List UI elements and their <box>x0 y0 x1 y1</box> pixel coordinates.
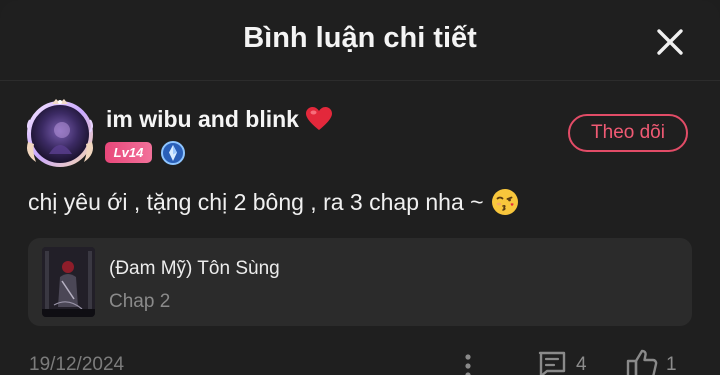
comment-body: chị yêu ới , tặng chị 2 bông , ra 3 chap… <box>28 186 520 218</box>
sheet-header: Bình luận chi tiết <box>0 0 720 81</box>
reply-button[interactable] <box>536 348 568 375</box>
like-count: 1 <box>666 354 677 375</box>
author-row: im wibu and blink <box>106 103 333 135</box>
verified-badge-icon <box>161 141 185 165</box>
manga-card[interactable]: (Đam Mỹ) Tôn Sùng Chap 2 <box>28 238 692 326</box>
thumbs-up-icon <box>626 349 658 375</box>
more-options-button[interactable] <box>458 350 478 375</box>
author-name[interactable]: im wibu and blink <box>106 106 299 133</box>
manga-title: (Đam Mỹ) Tôn Sùng <box>109 258 280 279</box>
more-vertical-icon <box>465 354 471 375</box>
comment-detail-sheet: Bình luận chi tiết im wibu and blink Lv1… <box>0 0 720 375</box>
level-badge: Lv14 <box>105 142 152 163</box>
comment-date: 19/12/2024 <box>29 354 125 375</box>
comment-text: chị yêu ới , tặng chị 2 bông , ra 3 chap… <box>28 188 484 215</box>
kissing-face-icon <box>491 189 518 215</box>
comment-footer: 19/12/2024 4 1 <box>0 344 720 375</box>
close-icon <box>657 29 683 55</box>
comment-icon <box>538 351 566 375</box>
close-button[interactable] <box>652 24 688 60</box>
manga-cover <box>42 247 95 317</box>
manga-chapter: Chap 2 <box>109 291 171 312</box>
avatar-image <box>27 99 93 167</box>
avatar[interactable] <box>22 96 98 172</box>
page-title: Bình luận chi tiết <box>243 22 477 54</box>
like-button[interactable] <box>625 347 659 375</box>
reply-count: 4 <box>576 354 587 375</box>
red-heart-icon <box>305 107 332 130</box>
follow-button[interactable]: Theo dõi <box>568 114 688 152</box>
